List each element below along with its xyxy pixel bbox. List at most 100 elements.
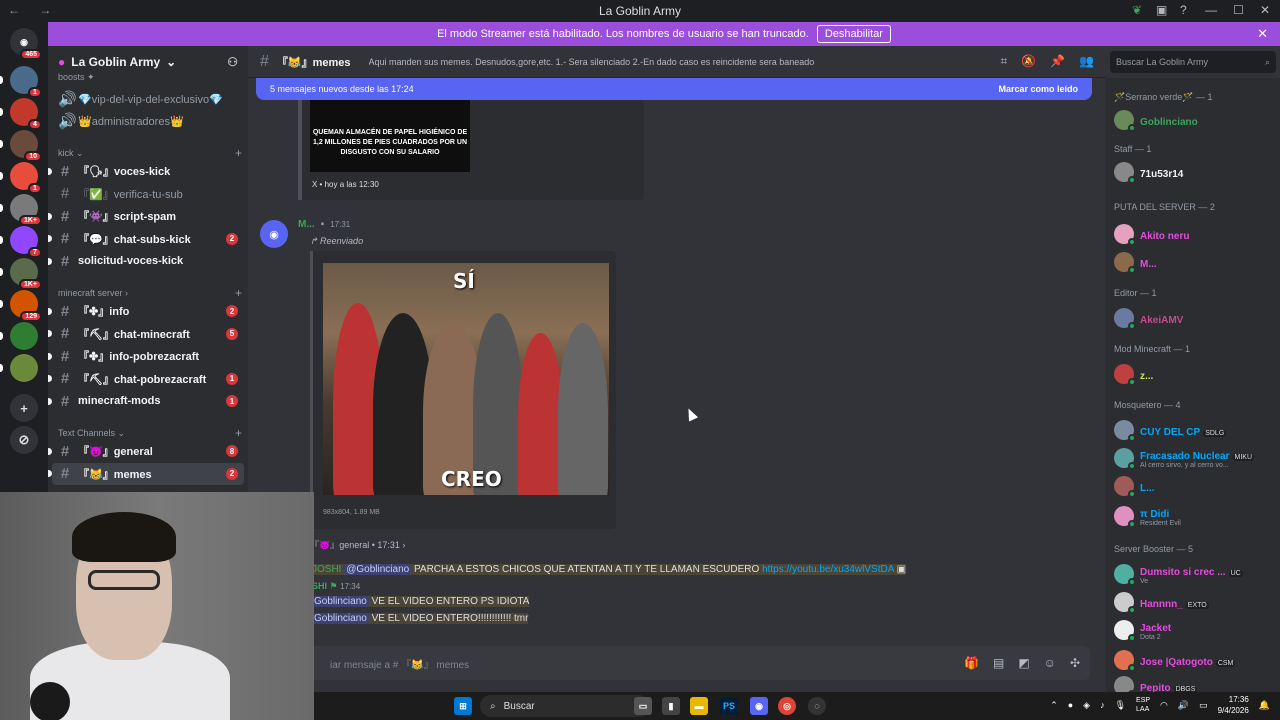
close-window-icon[interactable]: ✕: [1260, 3, 1270, 17]
tray-app-icon[interactable]: ◈: [1083, 700, 1090, 711]
minimize-icon[interactable]: —: [1205, 3, 1217, 17]
invite-icon[interactable]: ⚇: [227, 55, 238, 69]
pin-icon[interactable]: 📌: [1050, 54, 1065, 69]
battery-icon[interactable]: ▭: [1199, 700, 1208, 711]
discover-icon[interactable]: ⊘: [10, 426, 38, 454]
add-channel-icon[interactable]: +: [235, 426, 242, 440]
tray-app-icon[interactable]: ♪: [1100, 700, 1105, 710]
server-icon[interactable]: 10: [10, 130, 42, 162]
channel-item[interactable]: # 『😈』general 8: [48, 440, 244, 462]
server-icon[interactable]: [10, 322, 38, 350]
windows-start-icon[interactable]: ⊞: [454, 697, 472, 715]
member-item[interactable]: π Didi Resident Evil: [1114, 504, 1276, 528]
member-item[interactable]: Dumsito si crec ... UC Ve: [1114, 562, 1276, 586]
taskbar-search[interactable]: ⌕ Buscar: [480, 695, 650, 717]
server-icon[interactable]: 7: [10, 226, 42, 258]
channel-item[interactable]: # 『✤』info 2: [48, 300, 244, 322]
add-channel-icon[interactable]: +: [235, 146, 242, 160]
category-text-channels[interactable]: Text Channels ⌄ +: [58, 426, 242, 440]
server-icon[interactable]: [10, 354, 38, 382]
channel-item[interactable]: # 『🗣』voces-kick: [48, 160, 244, 182]
channel-item[interactable]: # 『✅』verifica-tu-sub: [52, 183, 244, 205]
wifi-icon[interactable]: ◠: [1160, 700, 1168, 711]
help-icon[interactable]: ?: [1180, 3, 1187, 17]
member-item[interactable]: Jacket Dota 2: [1114, 618, 1276, 642]
channel-item[interactable]: # minecraft-mods 1: [48, 390, 244, 412]
chrome-icon[interactable]: ◎: [778, 697, 796, 715]
channel-admins[interactable]: 🔊 👑administradores👑: [52, 110, 244, 132]
member-item[interactable]: Fracasado Nuclear MIKU Al cerro sirvo, y a…: [1114, 446, 1276, 470]
member-item[interactable]: AkeiAMV: [1114, 306, 1276, 330]
channel-topic[interactable]: Aqui manden sus memes. Desnudos,gore,etc…: [369, 57, 989, 67]
task-view-icon[interactable]: ▭: [634, 697, 652, 715]
server-icon[interactable]: 4: [10, 98, 42, 130]
message-input[interactable]: iar mensaje a # 『😹』 memes 🎁 ▤ ◩ ☺ ✣: [264, 646, 1090, 680]
discord-taskbar-icon[interactable]: ◉: [750, 697, 768, 715]
app-icon[interactable]: ◌: [808, 697, 826, 715]
home-button[interactable]: ◉ 465: [10, 28, 42, 60]
app-icon[interactable]: ▮: [662, 697, 680, 715]
gift-icon[interactable]: 🎁: [964, 656, 979, 670]
member-item[interactable]: Goblinciano: [1114, 108, 1276, 132]
threads-icon[interactable]: ⌗: [1000, 54, 1007, 69]
apps-icon[interactable]: ✣: [1070, 656, 1080, 670]
new-messages-bar[interactable]: 5 mensajes nuevos desde las 17:24 Marcar…: [256, 78, 1092, 100]
channel-item[interactable]: # 『⛏』chat-pobrezacraft 1: [48, 368, 244, 390]
user-mention[interactable]: @Goblinciano: [344, 564, 412, 575]
leaf-icon[interactable]: ❦: [1132, 3, 1142, 17]
youtube-link[interactable]: https://youtu.be/xu34wlVStDA: [762, 564, 894, 575]
member-item[interactable]: Pepito DBGS: [1114, 674, 1276, 692]
server-icon[interactable]: 1K+: [10, 258, 42, 290]
member-item[interactable]: 71u53r14: [1114, 160, 1276, 184]
members-icon[interactable]: 👥: [1079, 54, 1094, 69]
notification-icon[interactable]: 🔔: [1259, 700, 1270, 711]
category-kick[interactable]: kick ⌄ +: [58, 146, 242, 160]
channel-item[interactable]: # 『😹』memes 2: [48, 462, 244, 485]
message-list[interactable]: 5 mensajes nuevos desde las 17:24 Marcar…: [248, 78, 1106, 692]
member-item[interactable]: Jose |Qatogoto CSM: [1114, 648, 1276, 672]
channel-item[interactable]: # 『👾』script-spam: [48, 205, 244, 227]
forward-origin[interactable]: 『😈』general • 17:31 ›: [310, 538, 405, 551]
gif-icon[interactable]: ▤: [993, 656, 1004, 670]
server-icon[interactable]: 1: [10, 162, 42, 194]
member-item[interactable]: z...: [1114, 362, 1276, 386]
server-icon[interactable]: 1: [10, 66, 42, 98]
photoshop-icon[interactable]: PS: [720, 697, 738, 715]
clock[interactable]: 17:36 9/4/2026: [1218, 694, 1249, 716]
mark-read-button[interactable]: Marcar como leído: [998, 84, 1078, 94]
nav-arrows[interactable]: ← →: [8, 3, 59, 17]
sticker-icon[interactable]: ◩: [1018, 656, 1029, 670]
channel-item[interactable]: # 『⛏』chat-minecraft 5: [48, 323, 244, 345]
embed-image[interactable]: QUEMAN ALMACÉN DE PAPEL HIGIÉNICO DE 1,2…: [310, 100, 470, 172]
language-indicator[interactable]: ESP LAA: [1136, 696, 1150, 714]
user-mention[interactable]: Goblinciano: [312, 596, 369, 607]
close-icon[interactable]: ✕: [1257, 26, 1268, 42]
member-item[interactable]: M...: [1114, 250, 1276, 274]
user-mention[interactable]: Goblinciano: [312, 613, 369, 624]
line-author[interactable]: SHI: [312, 581, 327, 591]
inbox-icon[interactable]: ▣: [1156, 3, 1167, 17]
tray-app-icon[interactable]: ●: [1068, 700, 1073, 710]
volume-icon[interactable]: 🔊: [1178, 700, 1189, 711]
member-item[interactable]: Akito neru: [1114, 222, 1276, 246]
add-server-icon[interactable]: +: [10, 394, 38, 422]
category-minecraft[interactable]: minecraft server › +: [58, 286, 242, 300]
line-author[interactable]: JOSHI: [312, 564, 341, 575]
disable-streamer-button[interactable]: Deshabilitar: [816, 25, 891, 43]
mic-icon[interactable]: 🎙: [1115, 700, 1126, 711]
channel-item[interactable]: # 『💬』chat-subs-kick 2: [48, 228, 244, 250]
member-item[interactable]: CUY DEL CP SDLG: [1114, 418, 1276, 442]
server-icon[interactable]: 129: [10, 290, 42, 322]
mute-bell-icon[interactable]: 🔕: [1021, 54, 1036, 69]
add-channel-icon[interactable]: +: [235, 286, 242, 300]
member-item[interactable]: L...: [1114, 474, 1276, 498]
message-author[interactable]: M...: [298, 219, 315, 230]
chevron-up-icon[interactable]: ⌃: [1050, 700, 1058, 711]
member-item[interactable]: Hannnn_ EXTO: [1114, 590, 1276, 614]
channel-item[interactable]: # 『✤』info-pobrezacraft: [48, 345, 244, 367]
meme-image[interactable]: SÍ CREO: [323, 263, 609, 495]
channel-vip[interactable]: 🔊 💎vip-del-vip-del-exclusivo💎: [52, 88, 244, 110]
search-input[interactable]: Buscar La Goblin Army ⌕: [1110, 51, 1276, 73]
avatar[interactable]: ◉: [260, 220, 288, 248]
emoji-icon[interactable]: ☺: [1044, 656, 1056, 670]
